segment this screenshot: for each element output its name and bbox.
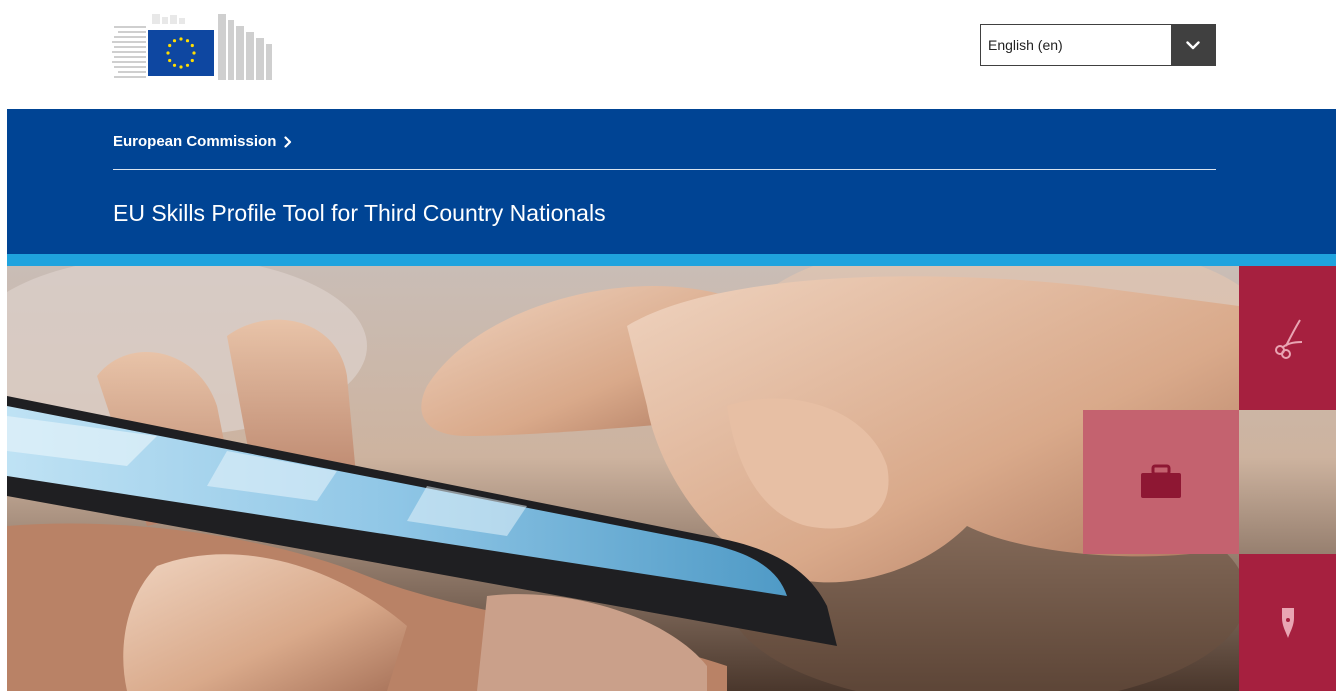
eu-flag-logo-icon xyxy=(112,14,272,80)
chevron-right-icon xyxy=(284,135,292,148)
language-select-toggle[interactable] xyxy=(1171,25,1215,65)
briefcase-icon xyxy=(1141,464,1181,498)
breadcrumb-european-commission[interactable]: European Commission xyxy=(113,133,292,150)
hero-banner xyxy=(7,266,1336,691)
site-banner: European Commission EU Skills Profile To… xyxy=(7,109,1336,254)
fountain-pen-tile xyxy=(1239,554,1336,691)
accent-bar xyxy=(7,254,1336,266)
eu-commission-logo[interactable] xyxy=(112,12,274,82)
site-title: EU Skills Profile Tool for Third Country… xyxy=(113,200,606,226)
chevron-down-icon xyxy=(1186,40,1200,49)
photo-tile xyxy=(1239,410,1336,554)
language-select-value: English (en) xyxy=(988,37,1063,53)
scissors-icon xyxy=(1274,319,1302,359)
language-select[interactable]: English (en) xyxy=(980,24,1216,66)
breadcrumb-label: European Commission xyxy=(113,133,277,150)
scissors-tile xyxy=(1239,266,1336,410)
top-header: English (en) xyxy=(0,0,1343,109)
banner-divider xyxy=(113,169,1216,170)
fountain-pen-icon xyxy=(1281,607,1294,638)
briefcase-tile xyxy=(1083,410,1239,554)
